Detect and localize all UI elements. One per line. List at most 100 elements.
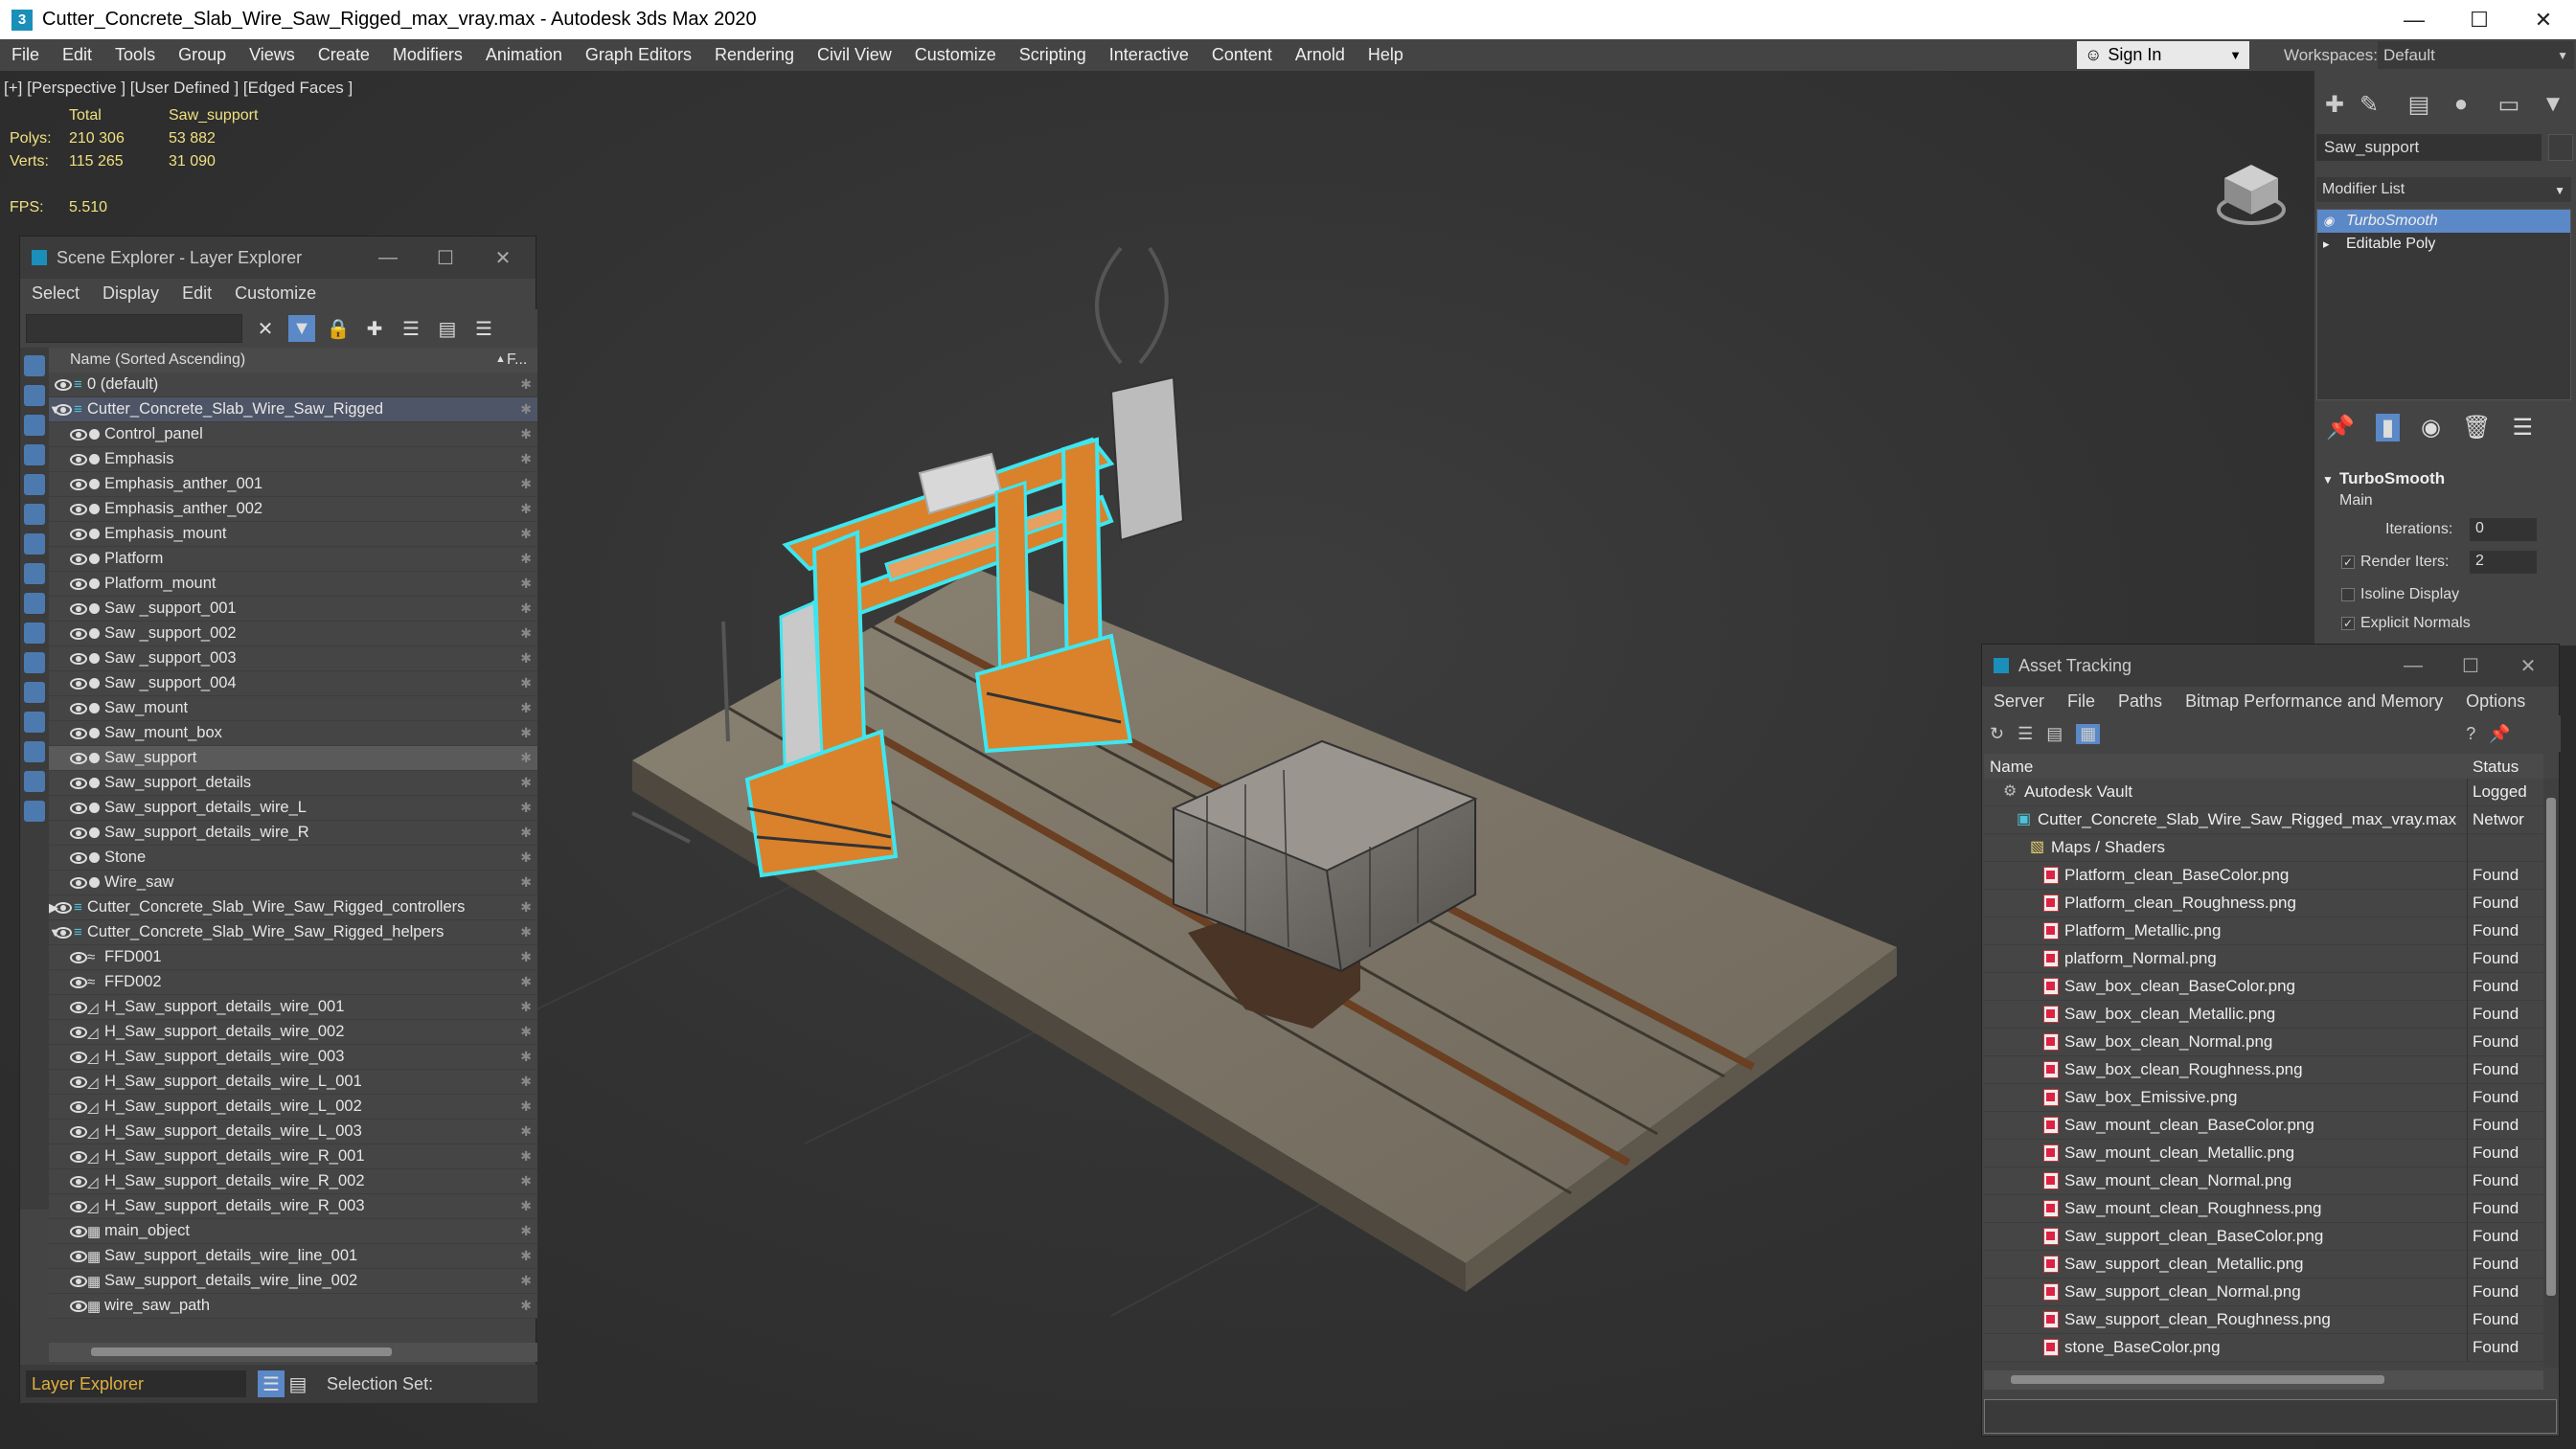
render-iters-checkbox[interactable]: ✓: [2341, 555, 2355, 569]
asset-row[interactable]: Saw_support_clean_Metallic.png Found: [1984, 1251, 2543, 1279]
freeze-toggle-icon[interactable]: ✱: [520, 625, 532, 642]
asset-row[interactable]: ▧ Maps / Shaders: [1984, 834, 2543, 862]
freeze-toggle-icon[interactable]: ✱: [520, 750, 532, 766]
visibility-eye-icon[interactable]: [70, 1051, 87, 1063]
sign-in-dropdown[interactable]: ☺ Sign In ▼: [2077, 41, 2249, 69]
tree-row[interactable]: ◿ H_Saw_support_details_wire_R_002 ✱: [49, 1169, 537, 1194]
display-tab-icon[interactable]: ▭: [2493, 88, 2525, 121]
tree-row[interactable]: ◿ H_Saw_support_details_wire_R_001 ✱: [49, 1144, 537, 1169]
freeze-toggle-icon[interactable]: ✱: [520, 949, 532, 965]
freeze-toggle-icon[interactable]: ✱: [520, 725, 532, 741]
filter-containers-icon[interactable]: [24, 623, 45, 644]
freeze-toggle-icon[interactable]: ✱: [520, 576, 532, 592]
freeze-toggle-icon[interactable]: ✱: [520, 376, 532, 393]
freeze-toggle-icon[interactable]: ✱: [520, 650, 532, 667]
freeze-column-header[interactable]: F...: [507, 351, 527, 369]
freeze-toggle-icon[interactable]: ✱: [520, 600, 532, 617]
asset-row[interactable]: Saw_support_clean_BaseColor.png Found: [1984, 1223, 2543, 1251]
utilities-tab-icon[interactable]: ▼: [2537, 88, 2569, 121]
freeze-toggle-icon[interactable]: ✱: [520, 1198, 532, 1214]
menu-modifiers[interactable]: Modifiers: [381, 39, 474, 71]
filter-groups-icon[interactable]: [24, 533, 45, 555]
help-icon[interactable]: ?: [2466, 724, 2475, 744]
visibility-eye-icon[interactable]: [70, 577, 87, 590]
scrollbar-thumb[interactable]: [91, 1347, 392, 1356]
workspaces-dropdown[interactable]: Default ▼: [2378, 41, 2574, 69]
asset-row[interactable]: Saw_box_clean_Normal.png Found: [1984, 1029, 2543, 1056]
visibility-eye-icon[interactable]: [70, 1275, 87, 1287]
asset-row[interactable]: Saw_support_clean_Roughness.png Found: [1984, 1306, 2543, 1334]
filter-hidden-icon[interactable]: [24, 682, 45, 703]
visibility-eye-icon[interactable]: [55, 378, 72, 391]
freeze-toggle-icon[interactable]: ✱: [520, 1098, 532, 1115]
tree-row[interactable]: Saw_mount ✱: [49, 696, 537, 721]
isoline-checkbox[interactable]: [2341, 588, 2355, 601]
tree-row[interactable]: ▦ main_object ✱: [49, 1219, 537, 1244]
menu-group[interactable]: Group: [167, 39, 238, 71]
freeze-toggle-icon[interactable]: ✱: [520, 1248, 532, 1264]
freeze-toggle-icon[interactable]: ✱: [520, 1273, 532, 1289]
visibility-eye-icon[interactable]: [70, 1200, 87, 1212]
tree-row[interactable]: ◿ H_Saw_support_details_wire_002 ✱: [49, 1020, 537, 1045]
freeze-toggle-icon[interactable]: ✱: [520, 700, 532, 716]
freeze-toggle-icon[interactable]: ✱: [520, 1148, 532, 1165]
tree-view-icon[interactable]: ▦: [2076, 723, 2101, 744]
tree-row[interactable]: ▶ ≡ Cutter_Concrete_Slab_Wire_Saw_Rigged_c…: [49, 895, 537, 920]
visibility-eye-icon[interactable]: [70, 1250, 87, 1262]
horizontal-scrollbar[interactable]: [1984, 1370, 2543, 1390]
tree-row[interactable]: ≡ 0 (default) ✱: [49, 373, 537, 397]
visibility-eye-icon[interactable]: [70, 1150, 87, 1163]
se-menu-display[interactable]: Display: [91, 283, 171, 304]
scrollbar-thumb[interactable]: [2546, 798, 2556, 1296]
visibility-eye-icon[interactable]: [70, 627, 87, 640]
tree-row[interactable]: Saw_support_details_wire_R ✱: [49, 821, 537, 846]
tree-row[interactable]: ▼ ≡ Cutter_Concrete_Slab_Wire_Saw_Rigged_h…: [49, 920, 537, 945]
visibility-eye-icon[interactable]: [70, 976, 87, 988]
filter-xrefs-icon[interactable]: [24, 563, 45, 584]
tree-row[interactable]: Wire_saw ✱: [49, 871, 537, 895]
hierarchy-icon[interactable]: ▤: [434, 315, 461, 342]
modifier-list-dropdown[interactable]: Modifier List ▼: [2316, 177, 2571, 202]
vertical-scrollbar[interactable]: [2543, 779, 2559, 1368]
visibility-eye-icon[interactable]: [70, 1100, 87, 1113]
visibility-eye-icon[interactable]: [55, 403, 72, 416]
tree-row[interactable]: Saw_mount_box ✱: [49, 721, 537, 746]
visibility-eye-icon[interactable]: [70, 1001, 87, 1013]
menu-rendering[interactable]: Rendering: [703, 39, 806, 71]
tree-row[interactable]: Saw_support ✱: [49, 746, 537, 771]
tree-row[interactable]: Stone ✱: [49, 846, 537, 871]
se-menu-select[interactable]: Select: [20, 283, 91, 304]
asset-row[interactable]: Saw_mount_clean_BaseColor.png Found: [1984, 1112, 2543, 1140]
filter-cameras-icon[interactable]: [24, 444, 45, 465]
asset-row[interactable]: Platform_clean_BaseColor.png Found: [1984, 862, 2543, 890]
list-view-icon[interactable]: ☰: [2017, 724, 2033, 744]
freeze-toggle-icon[interactable]: ✱: [520, 476, 532, 492]
refresh-icon[interactable]: ↻: [1990, 724, 2004, 744]
motion-tab-icon[interactable]: ●: [2445, 88, 2477, 121]
tree-row[interactable]: Platform_mount ✱: [49, 572, 537, 597]
visibility-eye-icon[interactable]: [70, 826, 87, 839]
tree-row[interactable]: Saw _support_004 ✱: [49, 671, 537, 696]
object-color-swatch[interactable]: [2548, 134, 2573, 161]
name-column-header[interactable]: Name: [1990, 758, 2033, 777]
visibility-eye-icon[interactable]: [70, 1300, 87, 1312]
menu-arnold[interactable]: Arnold: [1284, 39, 1356, 71]
explicit-normals-checkbox[interactable]: ✓: [2341, 617, 2355, 630]
visibility-eye-icon[interactable]: [55, 901, 72, 914]
filter-lights-icon[interactable]: [24, 415, 45, 436]
menu-tools[interactable]: Tools: [103, 39, 167, 71]
freeze-toggle-icon[interactable]: ✱: [520, 401, 532, 418]
visibility-eye-icon[interactable]: [70, 777, 87, 789]
menu-help[interactable]: Help: [1356, 39, 1415, 71]
menu-edit[interactable]: Edit: [51, 39, 103, 71]
clear-search-icon[interactable]: ✕: [252, 315, 279, 342]
filter-funnel-icon[interactable]: [24, 801, 45, 822]
lock-icon[interactable]: 🔒: [325, 315, 352, 342]
filter-icon[interactable]: ▼: [288, 315, 315, 342]
visibility-eye-icon[interactable]: [70, 1075, 87, 1088]
visibility-eye-icon[interactable]: [70, 1125, 87, 1138]
visibility-eye-icon[interactable]: [70, 478, 87, 490]
asset-row[interactable]: Saw_box_clean_BaseColor.png Found: [1984, 973, 2543, 1001]
se-menu-edit[interactable]: Edit: [171, 283, 223, 304]
visibility-eye-icon[interactable]: [70, 677, 87, 690]
